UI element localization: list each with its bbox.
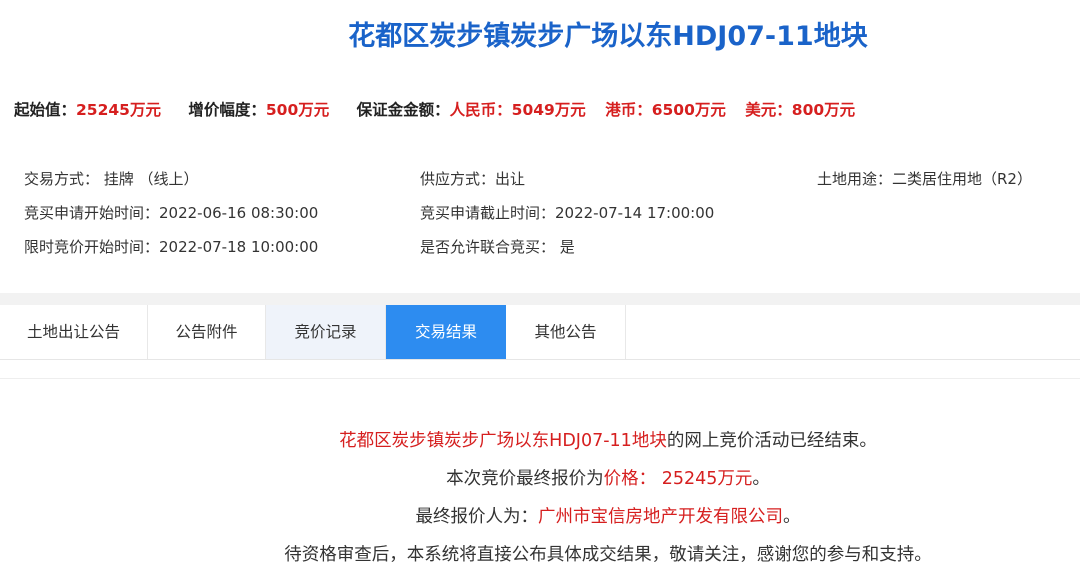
bid-start-time: 限时竞价开始时间：2022-07-18 10:00:00 (24, 238, 319, 256)
trade-result-content: 花都区炭步镇炭步广场以东HDJ07-11地块的网上竞价活动已经结束。 本次竞价最… (0, 422, 1080, 573)
page: 花都区炭步镇炭步广场以东HDJ07-11地块 起始值：25245万元 增价幅度：… (0, 0, 1080, 573)
result-line-4: 待资格审查后，本系统将直接公布具体成交结果，敬请关注，感谢您的参与和支持。 (284, 545, 932, 565)
result-line-3: 最终报价人为：广州市宝信房地产开发有限公司。 (0, 498, 1080, 536)
deposit: 保证金金额：人民币：5049万元 (357, 98, 586, 120)
apply-end-time: 竞买申请截止时间：2022-07-14 17:00:00 (420, 204, 715, 222)
tab-attachments[interactable]: 公告附件 (148, 305, 266, 359)
deposit-rmb-value: 5049万元 (511, 101, 586, 119)
info-row: 限时竞价开始时间：2022-07-18 10:00:00 是否允许联合竞买： 是 (0, 230, 1080, 264)
result-line-1-text: 的网上竞价活动已经结束。 (666, 431, 877, 451)
start-price: 起始值：25245万元 (14, 98, 161, 120)
tab-bid-records[interactable]: 竞价记录 (266, 305, 386, 359)
info-row: 交易方式： 挂牌 （线上） 供应方式：出让 土地用途：二类居住用地（R2） (0, 162, 1080, 196)
result-parcel-name: 花都区炭步镇炭步广场以东HDJ07-11地块 (339, 431, 667, 451)
trade-method: 交易方式： 挂牌 （线上） (24, 170, 199, 188)
section-separator (0, 293, 1080, 305)
deposit-usd-label: 美元： (745, 101, 792, 119)
tab-trade-result[interactable]: 交易结果 (386, 305, 506, 359)
start-price-label: 起始值： (14, 101, 77, 119)
page-title: 花都区炭步镇炭步广场以东HDJ07-11地块 (348, 21, 868, 52)
apply-start-time: 竞买申请开始时间：2022-06-16 08:30:00 (24, 204, 319, 222)
supply-method: 供应方式：出让 (420, 170, 526, 188)
deposit-rmb-label: 人民币： (449, 101, 512, 119)
tab-other-notices[interactable]: 其他公告 (506, 305, 626, 359)
result-line-3-prefix: 最终报价人为： (415, 507, 539, 527)
land-info-panel: 交易方式： 挂牌 （线上） 供应方式：出让 土地用途：二类居住用地（R2） 竞买… (0, 162, 1080, 264)
increment-value: 500万元 (265, 101, 330, 119)
info-row: 竞买申请开始时间：2022-06-16 08:30:00 竞买申请截止时间：20… (0, 196, 1080, 230)
start-price-value: 25245万元 (76, 101, 161, 119)
deposit-usd: 美元：800万元 (745, 98, 855, 120)
increment-label: 增价幅度： (188, 101, 266, 119)
result-line-2-suffix: 。 (752, 469, 770, 489)
deposit-usd-value: 800万元 (791, 101, 856, 119)
result-line-3-suffix: 。 (783, 507, 801, 527)
result-line-2-prefix: 本次竞价最终报价为 (446, 469, 604, 489)
tab-land-notice[interactable]: 土地出让公告 (0, 305, 148, 359)
tab-bar: 土地出让公告 公告附件 竞价记录 交易结果 其他公告 (0, 305, 1080, 360)
deposit-hkd-label: 港币： (605, 101, 652, 119)
land-use: 土地用途：二类居住用地（R2） (817, 170, 1032, 188)
result-winner-company: 广州市宝信房地产开发有限公司 (538, 507, 783, 527)
result-final-price: 价格： 25245万元 (603, 469, 753, 489)
deposit-hkd-value: 6500万元 (651, 101, 726, 119)
content-divider (0, 378, 1080, 379)
deposit-hkd: 港币：6500万元 (605, 98, 726, 120)
result-line-1: 花都区炭步镇炭步广场以东HDJ07-11地块的网上竞价活动已经结束。 (0, 422, 1080, 460)
price-summary-bar: 起始值：25245万元 增价幅度：500万元 保证金金额：人民币：5049万元 … (14, 98, 855, 124)
joint-bid-allowed: 是否允许联合竞买： 是 (420, 238, 575, 256)
result-line-2: 本次竞价最终报价为价格： 25245万元。 (0, 460, 1080, 498)
increment: 增价幅度：500万元 (188, 98, 329, 120)
deposit-label: 保证金金额： (356, 101, 450, 119)
